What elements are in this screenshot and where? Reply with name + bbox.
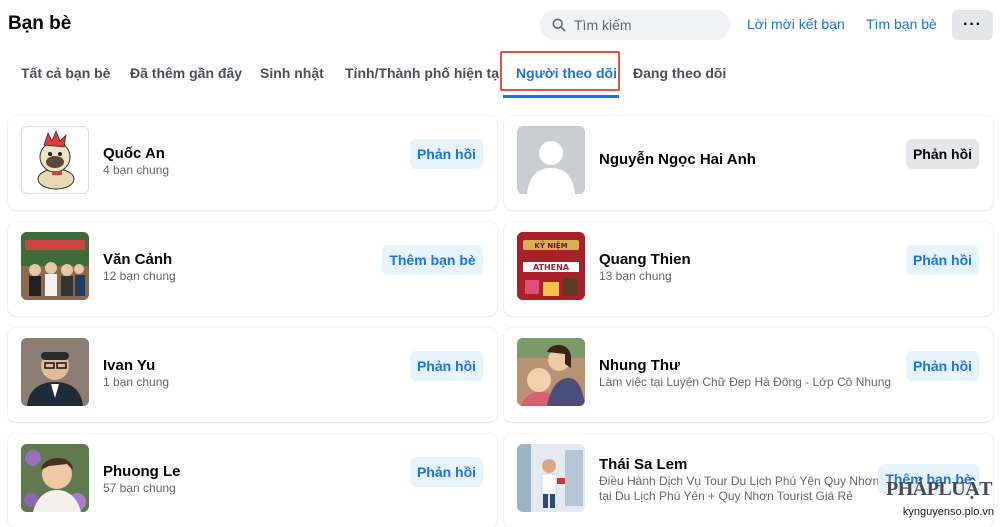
default-avatar-icon [527, 141, 575, 194]
mutual-friends: 57 bạn chung [103, 481, 176, 495]
poster-line2: ATHENA [533, 263, 570, 272]
avatar[interactable] [21, 126, 89, 194]
respond-button[interactable]: Phản hồi [906, 139, 979, 169]
person-name[interactable]: Thái Sa Lem [599, 456, 687, 473]
top-bar: Bạn bè Tìm kiếm Lời mời kết bạn Tìm bạn … [0, 0, 1000, 50]
person-card[interactable]: KỶ NIỆM ATHENA Quang Thien 13 bạn chung … [504, 222, 993, 316]
person-name[interactable]: Nhung Thư [599, 357, 680, 374]
avatar[interactable] [517, 338, 585, 406]
person-card[interactable]: Nhung Thư Làm việc tại Luyện Chữ Đẹp Hà … [504, 328, 993, 422]
page-title: Bạn bè [8, 13, 72, 34]
tab-following[interactable]: Đang theo dõi [633, 65, 726, 81]
respond-button[interactable]: Phản hồi [906, 351, 979, 381]
friend-requests-link[interactable]: Lời mời kết bạn [747, 16, 845, 32]
workplace: Làm việc tại Luyện Chữ Đẹp Hà Đông - Lớp… [599, 375, 892, 389]
person-name[interactable]: Quang Thien [599, 251, 691, 268]
job-title: Điều Hành Dịch Vụ Tour Du Lịch Phú Yên Q… [599, 474, 880, 488]
mutual-friends: 13 bạn chung [599, 269, 672, 283]
tab-birthdays[interactable]: Sinh nhật [260, 65, 324, 81]
watermark-logo: PHÁPLUẬT [886, 478, 993, 500]
avatar[interactable] [21, 232, 89, 300]
tab-current-city[interactable]: Tỉnh/Thành phố hiện tại [345, 65, 503, 81]
person-name[interactable]: Quốc An [103, 145, 165, 162]
watermark-url: kynguyenso.plo.vn [902, 506, 994, 518]
person-name[interactable]: Phuong Le [103, 463, 181, 480]
add-friend-button[interactable]: Thêm bạn bè [382, 245, 483, 275]
avatar[interactable] [21, 338, 89, 406]
search-input[interactable]: Tìm kiếm [540, 10, 730, 40]
person-card[interactable]: Quốc An 4 bạn chung Phản hồi [8, 116, 497, 210]
tab-recently-added[interactable]: Đã thêm gần đây [130, 65, 242, 81]
watermark: PHÁPLUẬT kynguyenso.plo.vn [878, 478, 1000, 527]
person-name[interactable]: Ivan Yu [103, 357, 155, 374]
person-card[interactable]: Văn Cảnh 12 bạn chung Thêm bạn bè [8, 222, 497, 316]
more-icon: ··· [963, 16, 982, 33]
active-tab-underline [503, 95, 619, 98]
search-icon [552, 18, 566, 32]
mutual-friends: 12 bạn chung [103, 269, 176, 283]
tab-all-friends[interactable]: Tất cả bạn bè [21, 65, 110, 81]
person-name[interactable]: Nguyễn Ngọc Hai Anh [599, 151, 756, 168]
person-card[interactable]: Nguyễn Ngọc Hai Anh Phản hồi [504, 116, 993, 210]
respond-button[interactable]: Phản hồi [906, 245, 979, 275]
avatar[interactable]: KỶ NIỆM ATHENA [517, 232, 585, 300]
active-tab-highlight [500, 51, 620, 91]
job-company: tại Du Lịch Phú Yên + Quy Nhơn Tourist G… [599, 489, 853, 503]
mutual-friends: 4 bạn chung [103, 163, 170, 177]
mutual-friends: 1 bạn chung [103, 375, 170, 389]
more-options-button[interactable]: ··· [952, 10, 993, 40]
avatar[interactable] [517, 444, 585, 512]
respond-button[interactable]: Phản hồi [410, 457, 483, 487]
respond-button[interactable]: Phản hồi [410, 139, 483, 169]
person-card[interactable]: Ivan Yu 1 bạn chung Phản hồi [8, 328, 497, 422]
person-card[interactable]: Phuong Le 57 bạn chung Phản hồi [8, 434, 497, 527]
find-friends-link[interactable]: Tìm bạn bè [866, 16, 937, 32]
avatar[interactable] [21, 444, 89, 512]
respond-button[interactable]: Phản hồi [410, 351, 483, 381]
search-placeholder: Tìm kiếm [574, 17, 632, 33]
poster-line1: KỶ NIỆM [534, 240, 567, 250]
person-name[interactable]: Văn Cảnh [103, 251, 172, 268]
avatar[interactable] [517, 126, 585, 194]
